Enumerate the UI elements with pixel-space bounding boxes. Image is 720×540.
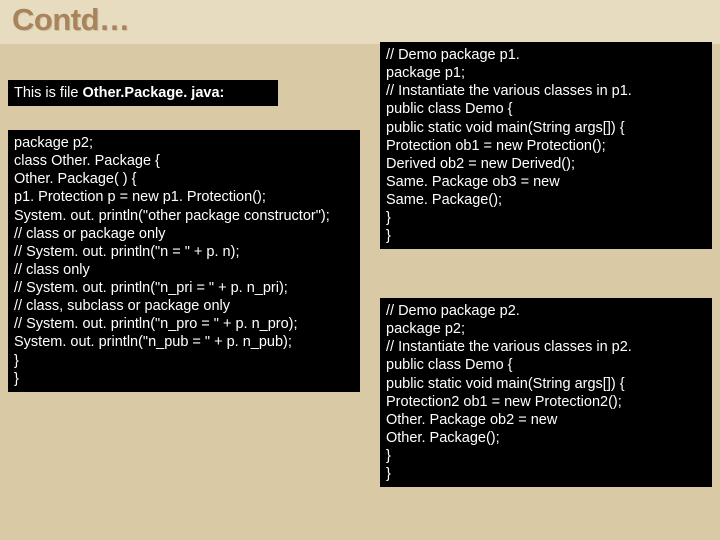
code-line: // class or package only — [14, 225, 354, 243]
code-line: } — [386, 447, 706, 465]
code-line: } — [386, 209, 706, 227]
code-line: // Demo package p1. — [386, 46, 706, 64]
code-line: package p1; — [386, 64, 706, 82]
code-line: Other. Package ob2 = new — [386, 411, 706, 429]
code-line: // Instantiate the various classes in p2… — [386, 338, 706, 356]
code-line: Derived ob2 = new Derived(); — [386, 155, 706, 173]
code-line: package p2; — [14, 134, 354, 152]
left-code-box: package p2;class Other. Package {Other. … — [8, 130, 360, 392]
code-line: Same. Package(); — [386, 191, 706, 209]
code-line: } — [14, 370, 354, 388]
code-line: public static void main(String args[]) { — [386, 375, 706, 393]
code-line: public class Demo { — [386, 356, 706, 374]
code-line: p1. Protection p = new p1. Protection(); — [14, 188, 354, 206]
code-line: Protection ob1 = new Protection(); — [386, 137, 706, 155]
code-line: // class, subclass or package only — [14, 297, 354, 315]
code-line: public class Demo { — [386, 100, 706, 118]
code-line: // Demo package p2. — [386, 302, 706, 320]
code-line: public static void main(String args[]) { — [386, 119, 706, 137]
code-line: } — [386, 465, 706, 483]
code-line: // System. out. println("n_pro = " + p. … — [14, 315, 354, 333]
code-line: package p2; — [386, 320, 706, 338]
code-line: } — [386, 227, 706, 245]
right-bottom-code-box: // Demo package p2.package p2;// Instant… — [380, 298, 712, 487]
code-line: Other. Package( ) { — [14, 170, 354, 188]
code-line: Same. Package ob3 = new — [386, 173, 706, 191]
code-line: class Other. Package { — [14, 152, 354, 170]
left-header-bold: Other.Package. java: — [83, 85, 225, 101]
left-header-prefix: This is file — [14, 85, 83, 101]
code-line: System. out. println("other package cons… — [14, 207, 354, 225]
code-line: Protection2 ob1 = new Protection2(); — [386, 393, 706, 411]
code-line: System. out. println("n_pub = " + p. n_p… — [14, 333, 354, 351]
right-top-code-box: // Demo package p1.package p1;// Instant… — [380, 42, 712, 249]
left-header-box: This is file Other.Package. java: — [8, 80, 278, 106]
slide-title: Contd… — [12, 2, 708, 38]
code-line: Other. Package(); — [386, 429, 706, 447]
code-line: // System. out. println("n = " + p. n); — [14, 243, 354, 261]
code-line: // class only — [14, 261, 354, 279]
slide-header: Contd… — [0, 0, 720, 44]
code-line: } — [14, 352, 354, 370]
code-line: // System. out. println("n_pri = " + p. … — [14, 279, 354, 297]
code-line: // Instantiate the various classes in p1… — [386, 82, 706, 100]
